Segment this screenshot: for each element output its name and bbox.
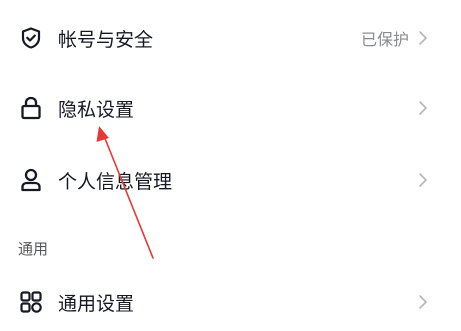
chevron-right-icon — [417, 30, 429, 46]
settings-item-label: 个人信息管理 — [58, 170, 173, 193]
section-divider — [0, 214, 461, 222]
shield-check-icon — [18, 25, 44, 51]
person-icon — [18, 167, 44, 193]
settings-item-personal-info[interactable]: 个人信息管理 — [0, 160, 461, 200]
settings-item-label: 隐私设置 — [58, 98, 135, 121]
chevron-right-icon — [417, 172, 429, 188]
status-text: 已保护 — [360, 30, 409, 49]
settings-item-label: 帐号与安全 — [58, 28, 154, 51]
settings-item-label: 通用设置 — [58, 292, 135, 315]
grid-icon — [18, 289, 44, 315]
section-title-general: 通用 — [18, 240, 49, 258]
settings-item-account-security[interactable]: 帐号与安全 已保护 — [0, 18, 461, 58]
settings-item-privacy[interactable]: 隐私设置 — [0, 88, 461, 128]
chevron-right-icon — [417, 100, 429, 116]
settings-screen: 帐号与安全 已保护 隐私设置 个人信息管理 通用 通用设置 — [0, 0, 461, 331]
settings-item-general[interactable]: 通用设置 — [0, 282, 461, 322]
chevron-right-icon — [417, 294, 429, 310]
lock-icon — [18, 95, 44, 121]
